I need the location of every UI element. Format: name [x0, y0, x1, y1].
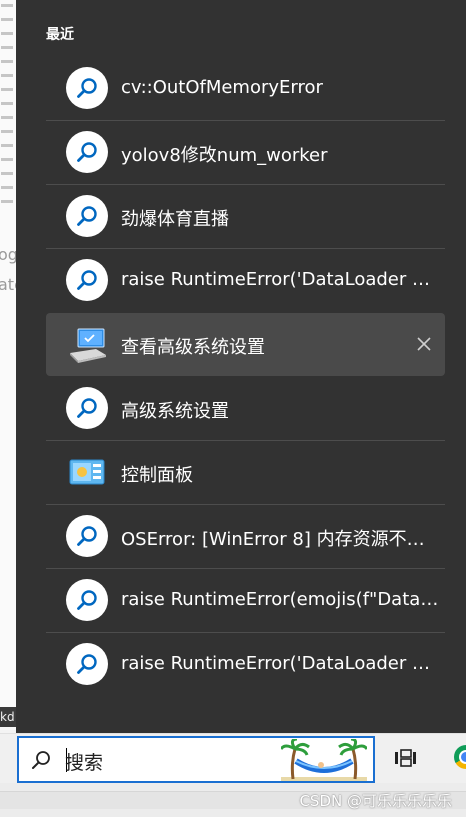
search-icon	[66, 259, 108, 301]
control-panel-icon	[66, 451, 108, 493]
recent-search-label: 劲爆体育直播	[121, 209, 229, 230]
text-line	[1, 74, 13, 77]
search-icon	[66, 195, 108, 237]
search-icon	[31, 750, 51, 774]
recent-search-item[interactable]: 劲爆体育直播	[46, 185, 445, 248]
recent-search-item[interactable]: yolov8修改num_worker	[46, 121, 445, 184]
background-dark-label: kd	[0, 707, 16, 727]
text-line	[1, 186, 13, 189]
recent-section-title: 最近	[46, 27, 74, 43]
background-text: ate	[0, 275, 16, 294]
recent-search-item[interactable]: raise RuntimeError('DataLoader worker (p…	[46, 633, 445, 696]
text-line	[1, 18, 13, 21]
search-icon	[66, 579, 108, 621]
recent-search-label: OSError: [WinError 8] 内存资源不足，无法处理此命令	[121, 529, 441, 550]
recent-search-label: 控制面板	[121, 465, 193, 486]
computer-settings-icon	[66, 323, 108, 365]
text-line	[1, 60, 13, 63]
text-line	[1, 32, 13, 35]
chrome-icon[interactable]	[454, 745, 466, 769]
remove-item-close-icon[interactable]	[413, 333, 435, 355]
background-text: og	[0, 245, 16, 264]
text-line	[1, 46, 13, 49]
task-view-icon[interactable]	[394, 747, 416, 769]
text-line	[1, 158, 13, 161]
text-line	[1, 144, 13, 147]
text-line	[1, 172, 13, 175]
text-line	[1, 4, 13, 7]
recent-search-label: raise RuntimeError(emojis(f"Dataset not …	[121, 589, 441, 610]
text-line	[1, 116, 13, 119]
recent-search-item[interactable]: raise RuntimeError('DataLoader worker (p…	[46, 249, 445, 312]
recent-search-item[interactable]: 高级系统设置	[46, 377, 445, 440]
taskbar-search-box[interactable]: 搜索	[17, 736, 375, 783]
search-icon	[66, 67, 108, 109]
text-line	[1, 88, 13, 91]
search-placeholder: 搜索	[65, 752, 104, 774]
background-document: og ate kd	[0, 0, 16, 730]
recent-search-item[interactable]: OSError: [WinError 8] 内存资源不足，无法处理此命令	[46, 505, 445, 568]
recent-search-label: raise RuntimeError('DataLoader worker (p…	[121, 653, 441, 674]
hammock-palm-illustration	[281, 739, 367, 781]
recent-search-item[interactable]: 查看高级系统设置	[46, 313, 445, 376]
text-line	[1, 130, 13, 133]
recent-search-item[interactable]: raise RuntimeError(emojis(f"Dataset not …	[46, 569, 445, 632]
text-line	[1, 200, 13, 203]
recent-search-label: yolov8修改num_worker	[121, 145, 328, 166]
recent-search-item[interactable]: 控制面板	[46, 441, 445, 504]
recent-search-item[interactable]: cv::OutOfMemoryError	[46, 57, 445, 120]
recent-search-label: cv::OutOfMemoryError	[121, 77, 323, 98]
search-flyout: 最近 cv::OutOfMemoryErroryolov8修改num_worke…	[16, 0, 466, 733]
taskbar: 搜索	[0, 733, 466, 783]
text-line	[1, 102, 13, 105]
watermark: CSDN @可乐乐乐乐乐	[299, 792, 452, 810]
search-icon	[66, 515, 108, 557]
recent-search-label: 查看高级系统设置	[121, 337, 265, 358]
search-icon	[66, 387, 108, 429]
recent-search-label: 高级系统设置	[121, 401, 229, 422]
recent-search-label: raise RuntimeError('DataLoader worker (p…	[121, 269, 441, 290]
search-icon	[66, 131, 108, 173]
search-icon	[66, 643, 108, 685]
